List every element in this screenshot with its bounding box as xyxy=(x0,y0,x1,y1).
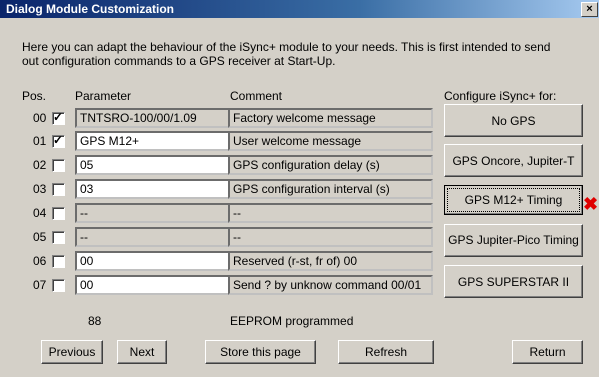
parameter-field[interactable]: GPS M12+ xyxy=(75,131,237,151)
comment-field: Factory welcome message xyxy=(228,108,433,128)
comment-field: User welcome message xyxy=(228,131,433,151)
parameter-field[interactable]: 00 xyxy=(75,251,237,271)
header-comment: Comment xyxy=(230,89,283,103)
comment-field: Reserved (r-st, fr of) 00 xyxy=(228,251,433,271)
previous-button[interactable]: Previous xyxy=(41,340,103,364)
parameter-field[interactable]: 03 xyxy=(75,179,237,199)
gps-m12-timing-button[interactable]: GPS M12+ Timing xyxy=(444,185,583,215)
row-checkbox[interactable] xyxy=(52,133,65,148)
close-marker-icon: ✖ xyxy=(583,194,599,214)
parameter-field[interactable]: 00 xyxy=(75,275,237,295)
row-checkbox[interactable] xyxy=(52,110,65,125)
close-button[interactable]: × xyxy=(581,2,598,17)
comment-field: GPS configuration interval (s) xyxy=(228,179,433,199)
parameter-field: -- xyxy=(75,227,237,247)
header-parameter: Parameter xyxy=(75,89,132,103)
row-checkbox[interactable] xyxy=(52,279,65,292)
header-pos: Pos. xyxy=(22,89,47,103)
no-gps-button[interactable]: No GPS xyxy=(444,104,583,137)
parameter-field: TNTSRO-100/00/1.09 xyxy=(75,108,237,128)
parameter-field: -- xyxy=(75,203,237,223)
window-title: Dialog Module Customization xyxy=(6,2,174,16)
gps-oncore-jupiter-t-button[interactable]: GPS Oncore, Jupiter-T xyxy=(444,144,583,177)
row-checkbox[interactable] xyxy=(52,231,65,244)
dialog-window: Dialog Module Customization × Here you c… xyxy=(0,0,599,377)
gps-jupiter-pico-timing-button[interactable]: GPS Jupiter-Pico Timing xyxy=(444,224,583,257)
status-count: 88 xyxy=(88,314,102,328)
row-checkbox[interactable] xyxy=(52,183,65,196)
row-checkbox[interactable] xyxy=(52,159,65,172)
header-configure: Configure iSync+ for: xyxy=(444,89,557,103)
return-button[interactable]: Return xyxy=(512,340,583,364)
next-button[interactable]: Next xyxy=(117,340,167,364)
row-checkbox[interactable] xyxy=(52,207,65,220)
refresh-button[interactable]: Refresh xyxy=(338,340,434,364)
store-page-button[interactable]: Store this page xyxy=(205,340,316,364)
comment-field: GPS configuration delay (s) xyxy=(228,155,433,175)
title-bar: Dialog Module Customization × xyxy=(0,0,599,18)
gps-superstar-ii-button[interactable]: GPS SUPERSTAR II xyxy=(444,265,583,298)
row-checkbox[interactable] xyxy=(52,255,65,268)
status-text: EEPROM programmed xyxy=(230,314,354,328)
parameter-field[interactable]: 05 xyxy=(75,155,237,175)
intro-text: Here you can adapt the behaviour of the … xyxy=(22,40,551,68)
comment-field: -- xyxy=(228,203,433,223)
comment-field: -- xyxy=(228,227,433,247)
comment-field: Send ? by unknow command 00/01 xyxy=(228,275,433,295)
